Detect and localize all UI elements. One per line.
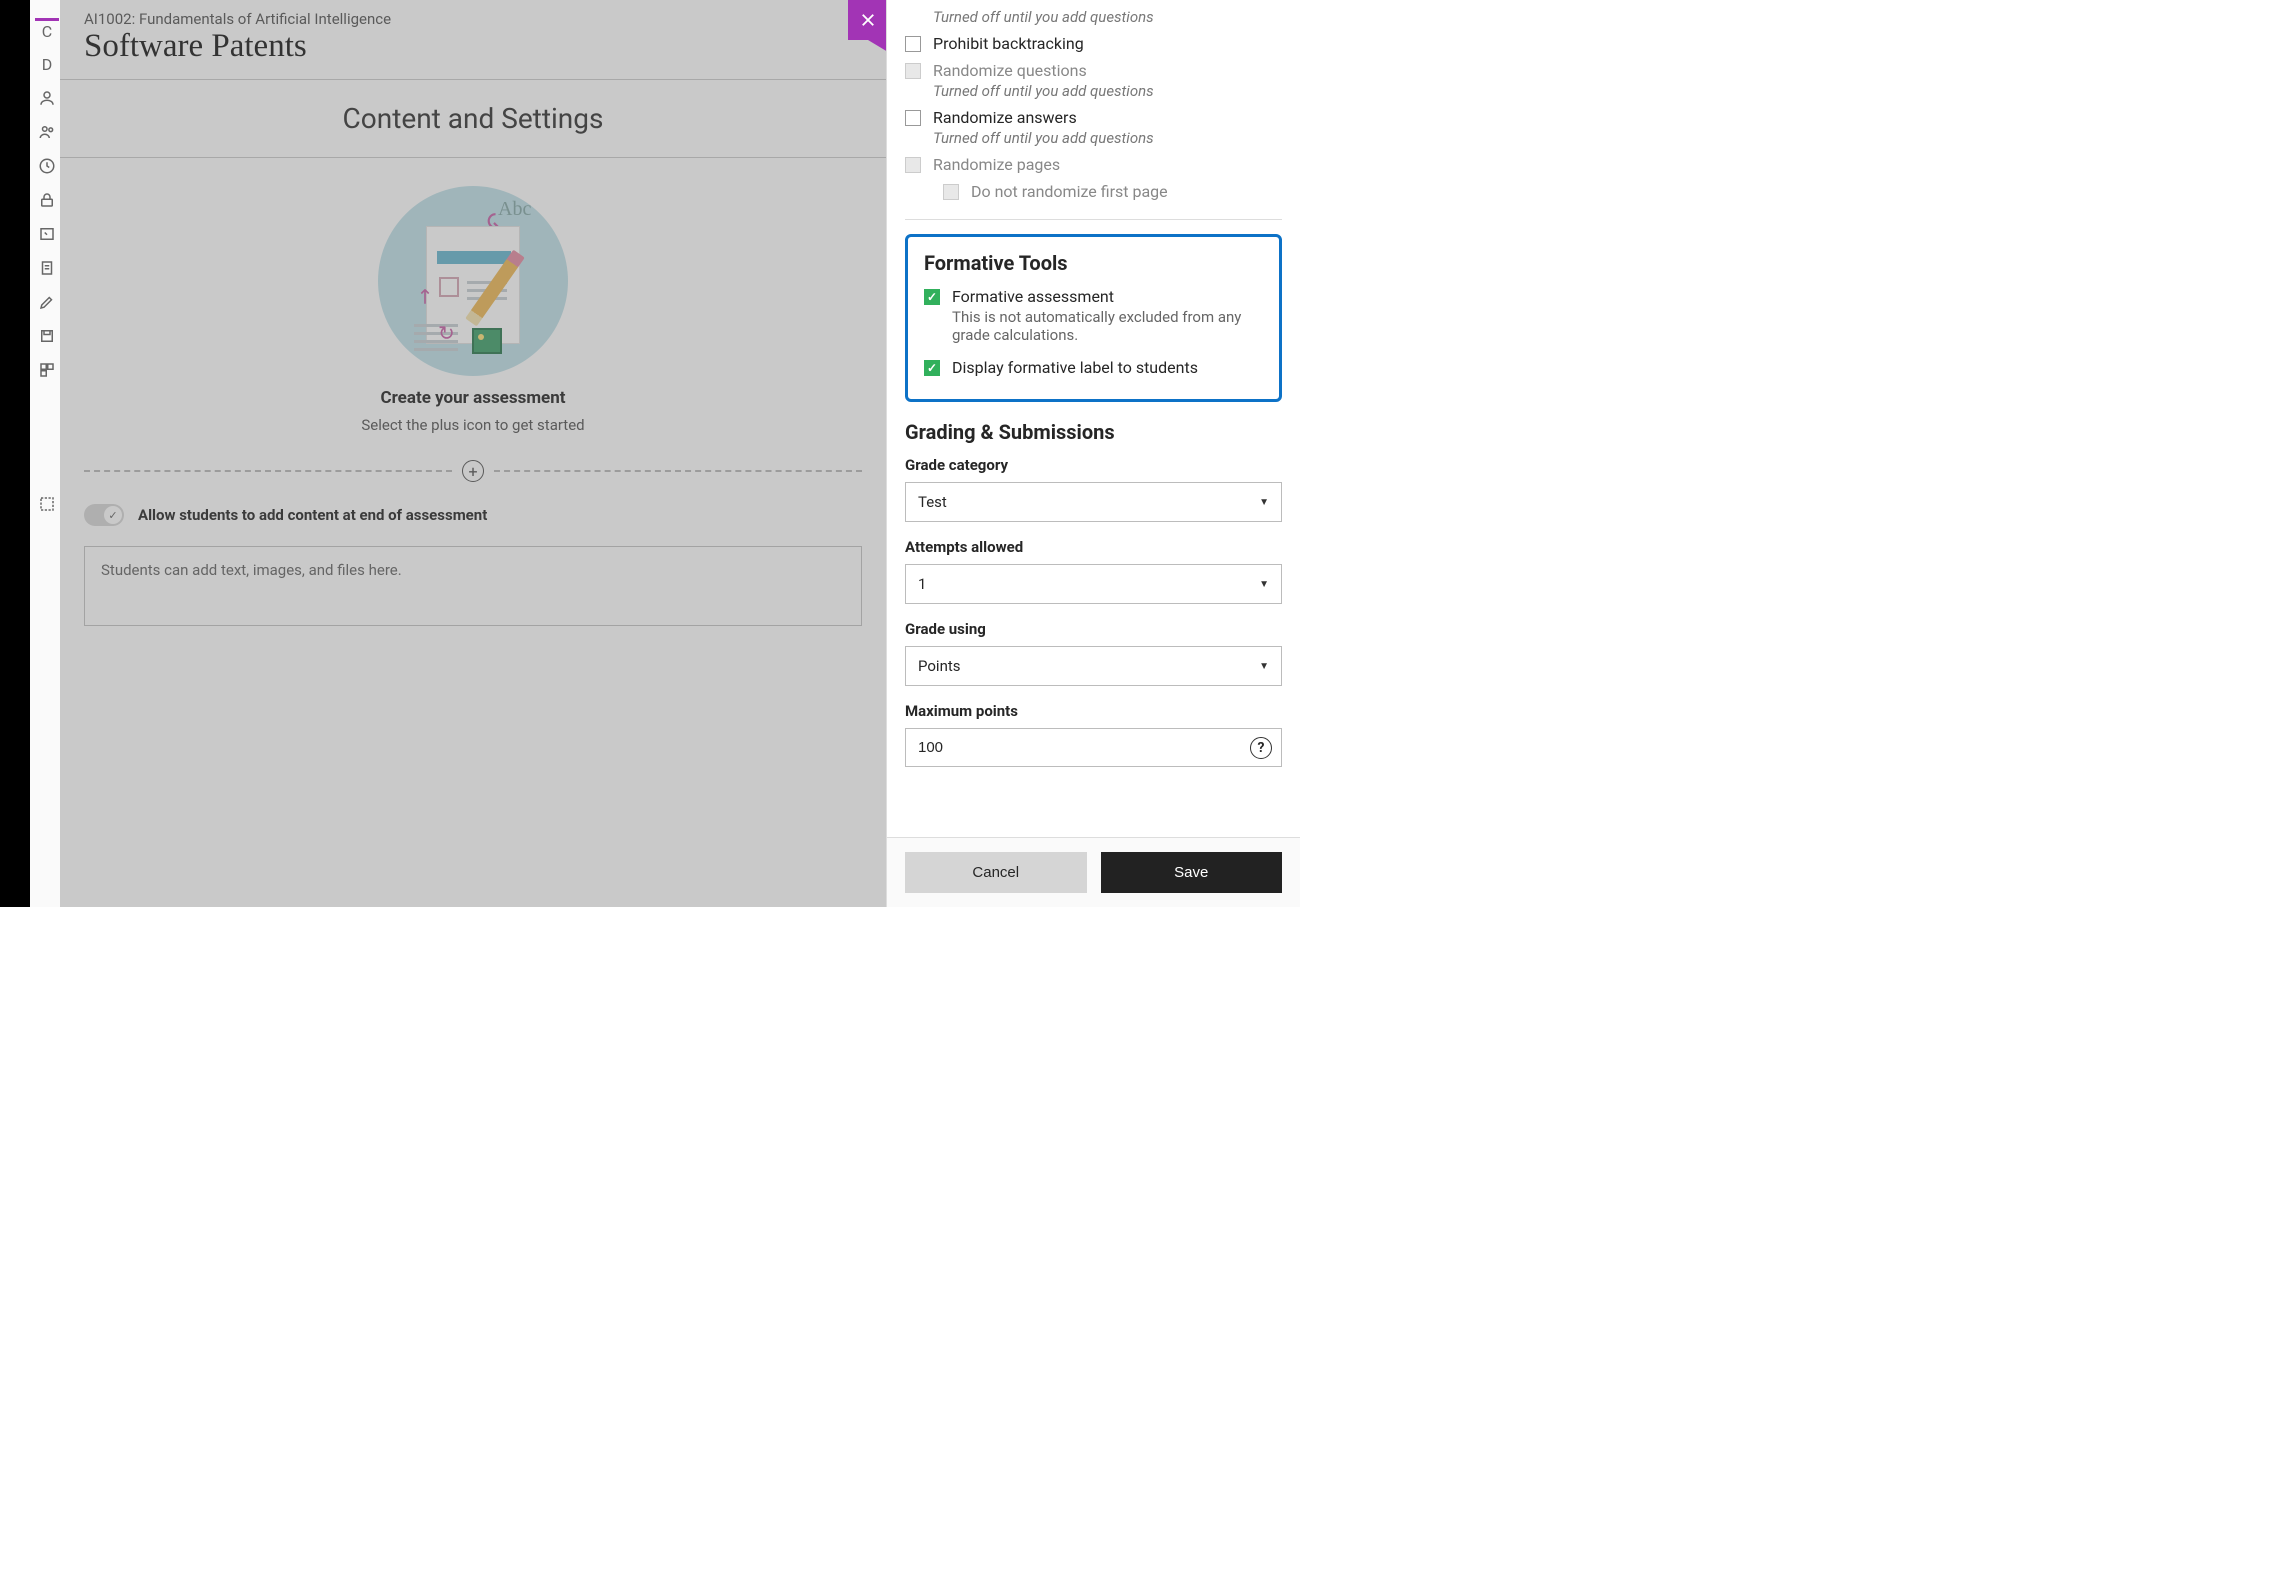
grade-using-field: Grade using Points ▼ — [905, 620, 1282, 686]
people-icon[interactable] — [35, 120, 59, 144]
display-formative-checkbox[interactable]: ✓ — [924, 360, 940, 376]
formative-title: Formative Tools — [924, 251, 1263, 275]
randomize-questions-checkbox — [905, 63, 921, 79]
grade-category-value: Test — [918, 493, 947, 511]
randomize-answers-label: Randomize answers — [933, 108, 1077, 127]
allow-students-toggle[interactable]: ✓ — [84, 504, 124, 526]
attempts-label: Attempts allowed — [905, 538, 1282, 556]
settings-panel: Turned off until you add questions Prohi… — [886, 0, 1300, 907]
grading-title: Grading & Submissions — [905, 420, 1282, 444]
option-formative-assessment: ✓ Formative assessment This is not autom… — [924, 287, 1263, 344]
main-area: AI1002: Fundamentals of Artificial Intel… — [60, 0, 1300, 907]
randomize-answers-checkbox[interactable] — [905, 110, 921, 126]
left-rail-dark — [0, 0, 30, 907]
option-hint-top: Turned off until you add questions — [905, 8, 1282, 26]
content-column: AI1002: Fundamentals of Artificial Intel… — [60, 0, 886, 907]
rail-icon-1[interactable]: C — [35, 18, 59, 42]
code-icon[interactable] — [35, 222, 59, 246]
chevron-down-icon: ▼ — [1259, 579, 1269, 590]
rail-icon-2[interactable]: D — [35, 52, 59, 76]
help-icon[interactable]: ? — [1250, 737, 1272, 759]
divider — [905, 219, 1282, 220]
option-randomize-pages: Randomize pages — [905, 155, 1282, 174]
no-randomize-first-checkbox — [943, 184, 959, 200]
breadcrumb: AI1002: Fundamentals of Artificial Intel… — [60, 0, 886, 28]
display-formative-label: Display formative label to students — [952, 358, 1198, 377]
formative-tools-section: Formative Tools ✓ Formative assessment T… — [905, 234, 1282, 402]
page-title: Software Patents — [60, 28, 886, 79]
formative-assessment-label: Formative assessment — [952, 287, 1263, 306]
apps-icon[interactable] — [35, 358, 59, 382]
plus-icon: + — [468, 462, 477, 481]
formative-assessment-desc: This is not automatically excluded from … — [952, 308, 1263, 344]
randomize-pages-label: Randomize pages — [933, 155, 1060, 174]
option-randomize-questions: Randomize questions Turned off until you… — [905, 61, 1282, 100]
save-icon[interactable] — [35, 324, 59, 348]
settings-scroll[interactable]: Turned off until you add questions Prohi… — [887, 0, 1300, 837]
lock-icon[interactable] — [35, 188, 59, 212]
attempts-select[interactable]: 1 ▼ — [905, 564, 1282, 604]
prohibit-backtracking-checkbox[interactable] — [905, 36, 921, 52]
clipboard-icon[interactable] — [35, 256, 59, 280]
settings-footer: Cancel Save — [887, 837, 1300, 907]
formative-assessment-checkbox[interactable]: ✓ — [924, 289, 940, 305]
attempts-value: 1 — [918, 575, 926, 593]
content-header: Content and Settings — [60, 79, 886, 158]
grade-using-value: Points — [918, 657, 961, 675]
turned-off-hint: Turned off until you add questions — [933, 8, 1282, 26]
pencil-icon[interactable] — [35, 290, 59, 314]
add-content-button[interactable]: + — [462, 460, 484, 482]
randomize-questions-label: Randomize questions — [933, 61, 1087, 80]
no-randomize-first-label: Do not randomize first page — [971, 182, 1168, 201]
allow-students-label: Allow students to add content at end of … — [138, 506, 487, 524]
dashed-icon[interactable] — [35, 492, 59, 516]
save-button[interactable]: Save — [1101, 852, 1283, 893]
attempts-field: Attempts allowed 1 ▼ — [905, 538, 1282, 604]
allow-students-row: ✓ Allow students to add content at end o… — [60, 490, 886, 540]
chevron-down-icon: ▼ — [1259, 497, 1269, 508]
assessment-illustration: Abc ↶ ↗ ↻ — [378, 186, 568, 376]
arrow-icon: ↻ — [438, 321, 455, 345]
prohibit-backtracking-label: Prohibit backtracking — [933, 34, 1084, 53]
option-no-randomize-first: Do not randomize first page — [905, 182, 1282, 201]
grade-using-select[interactable]: Points ▼ — [905, 646, 1282, 686]
clock-icon[interactable] — [35, 154, 59, 178]
close-button[interactable] — [848, 0, 888, 40]
close-icon — [859, 11, 877, 29]
grade-category-select[interactable]: Test ▼ — [905, 482, 1282, 522]
grade-category-field: Grade category Test ▼ — [905, 456, 1282, 522]
max-points-label: Maximum points — [905, 702, 1282, 720]
randomize-pages-checkbox — [905, 157, 921, 173]
person-icon[interactable] — [35, 86, 59, 110]
grade-category-label: Grade category — [905, 456, 1282, 474]
chevron-down-icon: ▼ — [1259, 661, 1269, 672]
cancel-button[interactable]: Cancel — [905, 852, 1087, 893]
randomize-questions-hint: Turned off until you add questions — [933, 82, 1282, 100]
student-content-area[interactable]: Students can add text, images, and files… — [84, 546, 862, 626]
max-points-field: Maximum points ? — [905, 702, 1282, 767]
option-display-formative: ✓ Display formative label to students — [924, 358, 1263, 377]
add-content-row: + — [60, 452, 886, 490]
option-prohibit-backtracking: Prohibit backtracking — [905, 34, 1282, 53]
max-points-input[interactable] — [905, 728, 1282, 767]
option-randomize-answers: Randomize answers Turned off until you a… — [905, 108, 1282, 147]
check-icon: ✓ — [108, 509, 117, 522]
empty-title: Create your assessment — [60, 388, 886, 408]
randomize-answers-hint: Turned off until you add questions — [933, 129, 1282, 147]
empty-subtitle: Select the plus icon to get started — [60, 416, 886, 434]
grade-using-label: Grade using — [905, 620, 1282, 638]
empty-state: Abc ↶ ↗ ↻ Create your assessment — [60, 158, 886, 452]
